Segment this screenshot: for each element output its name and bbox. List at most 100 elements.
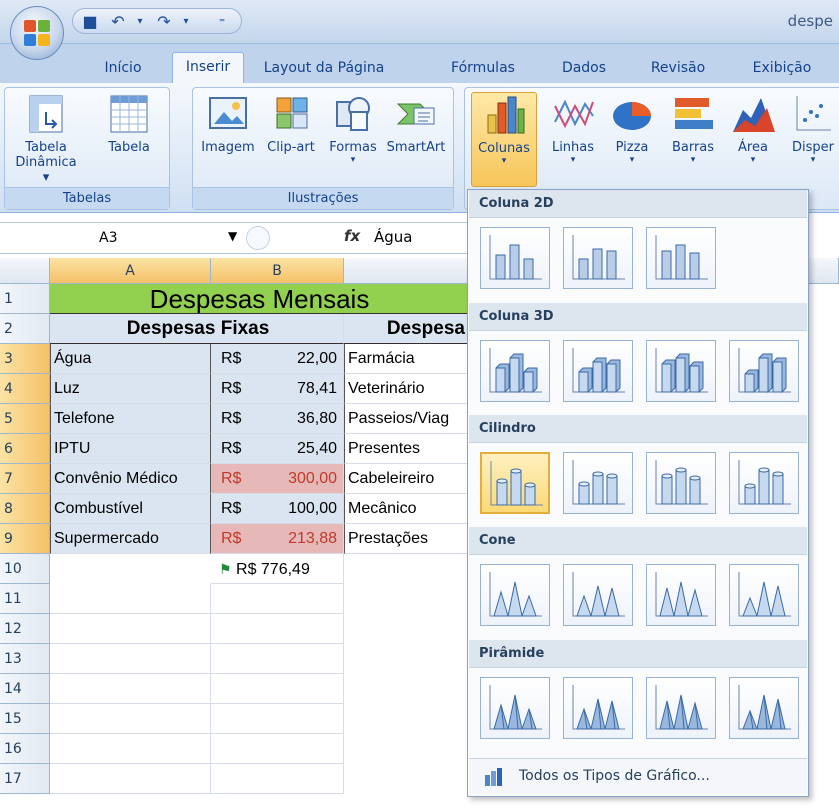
select-all-corner[interactable]	[0, 258, 50, 284]
column-header-b[interactable]: B	[211, 258, 344, 284]
formula-cancel-icon[interactable]	[246, 226, 270, 250]
fixed-expenses-header[interactable]: Despesas Fixas	[50, 314, 344, 344]
cone-chart-option[interactable]	[480, 564, 550, 626]
expense-name-cell[interactable]: Água	[50, 344, 211, 374]
save-icon[interactable]: ■	[79, 12, 101, 32]
name-box-dropdown-icon[interactable]: ▼	[228, 229, 237, 243]
row-header[interactable]: 8	[0, 494, 50, 524]
error-flag-icon[interactable]: ⚑	[219, 561, 232, 577]
row-header[interactable]: 5	[0, 404, 50, 434]
row-header[interactable]: 16	[0, 734, 50, 764]
pyr-chart-option[interactable]	[729, 677, 799, 739]
tab-inicio[interactable]: Início	[92, 54, 154, 84]
variable-expense-cell[interactable]: Passeios/Viag	[344, 404, 470, 434]
total-cell[interactable]: ⚑ R$ 776,49	[211, 554, 344, 584]
expense-value-cell[interactable]: R$ 78,41	[211, 374, 344, 404]
row-header[interactable]: 1	[0, 284, 50, 314]
cyl-chart-option[interactable]	[729, 452, 799, 514]
row-header[interactable]: 15	[0, 704, 50, 734]
pyr-chart-option[interactable]	[646, 677, 716, 739]
empty-cell[interactable]	[211, 584, 344, 614]
variable-expense-cell[interactable]: Farmácia	[344, 344, 470, 374]
expense-name-cell[interactable]: IPTU	[50, 434, 211, 464]
tab-exibicao[interactable]: Exibição	[740, 54, 824, 84]
empty-cell[interactable]	[211, 704, 344, 734]
empty-cell[interactable]	[211, 734, 344, 764]
col2d-chart-option[interactable]	[563, 227, 633, 289]
cone-chart-option[interactable]	[563, 564, 633, 626]
empty-cell[interactable]	[50, 614, 211, 644]
empty-cell[interactable]	[211, 614, 344, 644]
expense-value-cell[interactable]: R$ 22,00	[211, 344, 344, 374]
undo-dropdown-icon[interactable]: ▾	[129, 12, 151, 32]
all-chart-types-link[interactable]: Todos os Tipos de Gráfico...	[469, 758, 807, 794]
expense-name-cell[interactable]: Combustível	[50, 494, 211, 524]
office-button[interactable]	[10, 6, 64, 60]
row-header[interactable]: 9	[0, 524, 50, 554]
variable-expense-cell[interactable]: Presentes	[344, 434, 470, 464]
pizza-button[interactable]: Pizza ▾	[605, 92, 659, 165]
variable-expenses-header[interactable]: Despesa	[344, 314, 470, 344]
variable-expense-cell[interactable]: Cabeleireiro	[344, 464, 470, 494]
expense-value-cell[interactable]: R$ 213,88	[211, 524, 344, 554]
expense-name-cell[interactable]: Convênio Médico	[50, 464, 211, 494]
cyl-chart-option[interactable]	[480, 452, 550, 514]
variable-expense-cell[interactable]: Veterinário	[344, 374, 470, 404]
barras-button[interactable]: Barras ▾	[663, 92, 723, 165]
row-header[interactable]: 4	[0, 374, 50, 404]
empty-cell[interactable]	[50, 674, 211, 704]
row-header[interactable]: 2	[0, 314, 50, 344]
undo-icon[interactable]: ↶	[107, 12, 129, 32]
expense-value-cell[interactable]: R$ 100,00	[211, 494, 344, 524]
row-header[interactable]: 7	[0, 464, 50, 494]
variable-expense-cell[interactable]: Mecânico	[344, 494, 470, 524]
col2d-chart-option[interactable]	[646, 227, 716, 289]
row-header[interactable]: 10	[0, 554, 50, 584]
empty-cell[interactable]	[211, 764, 344, 794]
redo-icon[interactable]: ↷	[153, 12, 175, 32]
expense-value-cell[interactable]: R$ 300,00	[211, 464, 344, 494]
empty-cell[interactable]	[50, 704, 211, 734]
area-button[interactable]: Área ▾	[727, 92, 779, 165]
col3d-chart-option[interactable]	[646, 340, 716, 402]
pyr-chart-option[interactable]	[480, 677, 550, 739]
cyl-chart-option[interactable]	[646, 452, 716, 514]
pyr-chart-option[interactable]	[563, 677, 633, 739]
cyl-chart-option[interactable]	[563, 452, 633, 514]
col3d-chart-option[interactable]	[729, 340, 799, 402]
empty-cell[interactable]	[50, 584, 211, 614]
sheet-title-cell[interactable]: Despesas Mensais	[50, 284, 470, 314]
row-header[interactable]: 13	[0, 644, 50, 674]
cone-chart-option[interactable]	[646, 564, 716, 626]
redo-dropdown-icon[interactable]: ▾	[175, 12, 197, 32]
customize-qat-icon[interactable]: ⁼	[211, 12, 233, 32]
column-header-a[interactable]: A	[50, 258, 211, 284]
row-header[interactable]: 17	[0, 764, 50, 794]
insert-function-icon[interactable]: fx	[344, 227, 360, 245]
expense-name-cell[interactable]: Telefone	[50, 404, 211, 434]
col3d-chart-option[interactable]	[480, 340, 550, 402]
empty-cell[interactable]	[50, 734, 211, 764]
empty-cell[interactable]	[50, 644, 211, 674]
imagem-button[interactable]: Imagem	[199, 92, 257, 155]
clipart-button[interactable]: Clip-art	[261, 92, 321, 155]
empty-cell[interactable]	[211, 674, 344, 704]
expense-name-cell[interactable]: Supermercado	[50, 524, 211, 554]
tabela-button[interactable]: Tabela	[97, 92, 161, 155]
name-box[interactable]: A3	[4, 226, 194, 251]
row-header[interactable]: 6	[0, 434, 50, 464]
formula-input[interactable]: Água	[374, 228, 412, 246]
empty-cell[interactable]	[211, 644, 344, 674]
tab-dados[interactable]: Dados	[554, 54, 614, 84]
col2d-chart-option[interactable]	[480, 227, 550, 289]
dispersao-button[interactable]: Disper ▾	[783, 92, 839, 165]
tab-inserir[interactable]: Inserir	[172, 52, 244, 85]
row-header[interactable]: 3	[0, 344, 50, 374]
expense-value-cell[interactable]: R$ 25,40	[211, 434, 344, 464]
expense-value-cell[interactable]: R$ 36,80	[211, 404, 344, 434]
linhas-button[interactable]: Linhas ▾	[545, 92, 601, 165]
row-header[interactable]: 12	[0, 614, 50, 644]
cone-chart-option[interactable]	[729, 564, 799, 626]
formas-button[interactable]: Formas ▾	[323, 92, 383, 165]
empty-cell[interactable]	[50, 764, 211, 794]
